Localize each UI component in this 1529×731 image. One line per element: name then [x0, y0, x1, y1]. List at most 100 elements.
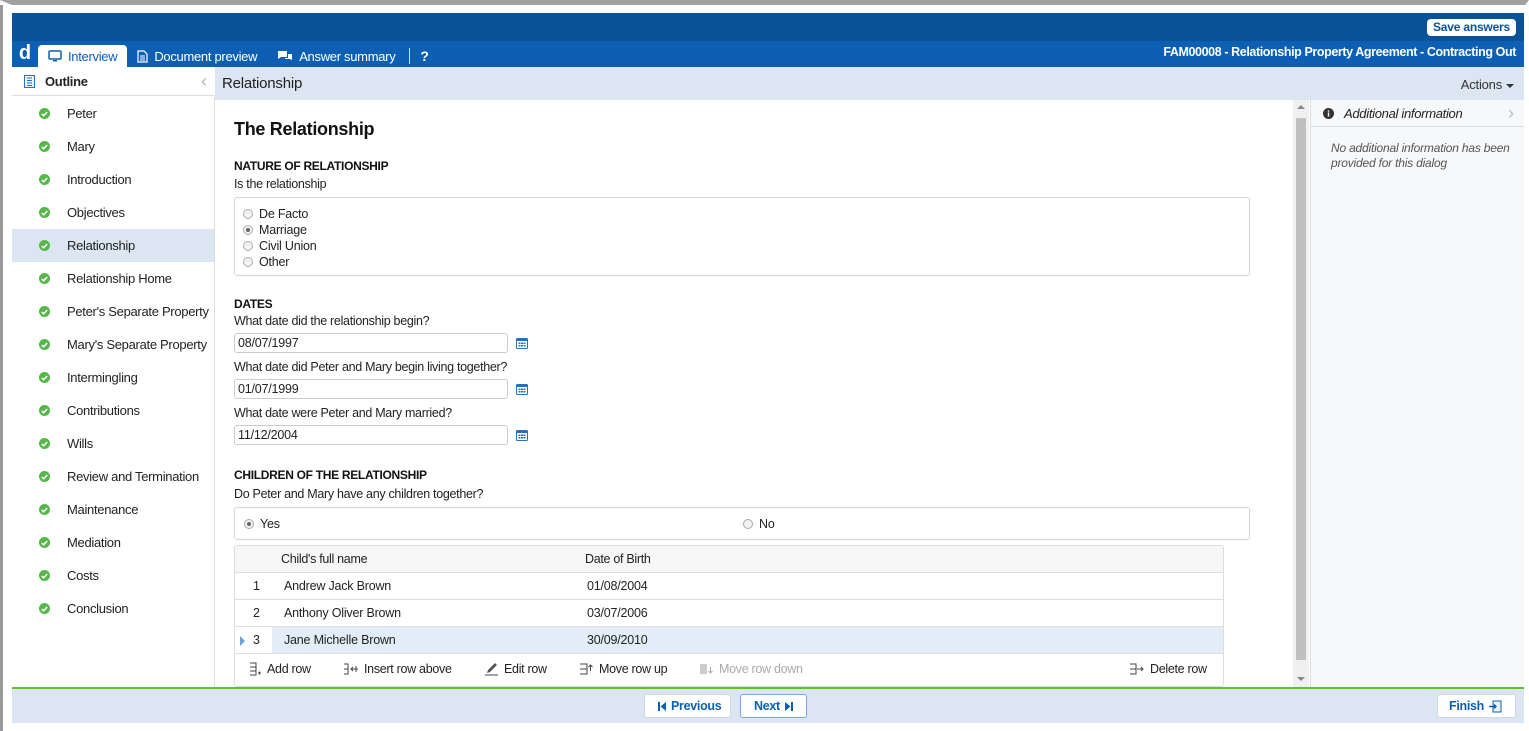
table-row[interactable]: 1 Andrew Jack Brown 01/08/2004 [235, 573, 1223, 600]
children-table: Child's full name Date of Birth 1 Andrew… [234, 545, 1224, 687]
radio-button[interactable] [243, 225, 253, 235]
living-together-date-input[interactable] [234, 379, 508, 399]
button-label: Previous [671, 699, 722, 713]
radio-button[interactable] [243, 257, 253, 267]
calendar-icon[interactable] [516, 429, 528, 441]
move-row-up-button[interactable]: Move row up [579, 662, 668, 676]
outline-sidebar: Peter Mary Introduction Objectives Relations… [12, 97, 215, 687]
radio-button[interactable] [244, 519, 254, 529]
radio-label: Other [259, 255, 290, 269]
move-down-icon [700, 664, 713, 674]
table-row-selected[interactable]: 3 Jane Michelle Brown 30/09/2010 [235, 627, 1223, 654]
check-circle-icon [39, 306, 50, 317]
relationship-begin-date-input[interactable] [234, 333, 508, 353]
sidebar-item-wills[interactable]: Wills [12, 427, 214, 460]
move-row-down-button[interactable]: Move row down [699, 662, 803, 676]
radio-option-yes[interactable]: Yes [244, 516, 280, 532]
sidebar-item-peter-s-separate-property[interactable]: Peter's Separate Property [12, 295, 214, 328]
child-name-cell: Andrew Jack Brown [284, 579, 392, 593]
info-panel-body: No additional information has been provi… [1331, 141, 1510, 170]
sidebar-item-conclusion[interactable]: Conclusion [12, 592, 214, 625]
sidebar-item-peter[interactable]: Peter [12, 97, 214, 130]
radio-option-marriage[interactable]: Marriage [243, 222, 1241, 238]
child-dob-cell: 03/07/2006 [587, 606, 648, 620]
chevron-right-icon[interactable]: › [1508, 103, 1514, 124]
edit-row-button[interactable]: Edit row [484, 662, 547, 676]
row-cells [272, 600, 1223, 626]
content-scrollbar[interactable] [1293, 100, 1309, 687]
married-date-input[interactable] [234, 425, 508, 445]
column-header-name: Child's full name [281, 552, 368, 566]
sidebar-item-introduction[interactable]: Introduction [12, 163, 214, 196]
sidebar-item-intermingling[interactable]: Intermingling [12, 361, 214, 394]
radio-option-civil-union[interactable]: Civil Union [243, 238, 1241, 254]
skip-back-icon [658, 701, 666, 711]
document-icon [137, 49, 148, 63]
date-question-married: What date were Peter and Mary married? [234, 406, 452, 420]
section-title: The Relationship [234, 119, 375, 139]
delete-row-button[interactable]: Delete row [1129, 662, 1207, 676]
radio-button[interactable] [243, 241, 253, 251]
scrollbar-thumb[interactable] [1296, 118, 1306, 660]
chevron-left-icon[interactable]: ‹ [201, 71, 207, 92]
insert-row-above-button[interactable]: Insert row above [343, 662, 452, 676]
table-row[interactable]: 2 Anthony Oliver Brown 03/07/2006 [235, 600, 1223, 627]
move-up-icon [580, 663, 593, 675]
sidebar-item-label: Objectives [67, 205, 125, 220]
page-header: Relationship Actions [215, 67, 1524, 100]
radio-option-de-facto[interactable]: De Facto [243, 206, 1241, 222]
sidebar-item-objectives[interactable]: Objectives [12, 196, 214, 229]
button-label: Insert row above [364, 662, 452, 676]
calendar-icon[interactable] [516, 383, 528, 395]
tab-answer-summary[interactable]: Answer summary [267, 45, 405, 67]
finish-button[interactable]: Finish [1436, 694, 1516, 718]
check-circle-icon [39, 570, 50, 581]
tab-document-preview[interactable]: Document preview [127, 45, 267, 67]
check-circle-icon [39, 108, 50, 119]
sidebar-item-mary-s-separate-property[interactable]: Mary's Separate Property [12, 328, 214, 361]
button-label: Delete row [1150, 662, 1207, 676]
next-button[interactable]: Next [740, 694, 807, 718]
sidebar-item-maintenance[interactable]: Maintenance [12, 493, 214, 526]
sidebar-item-review-and-termination[interactable]: Review and Termination [12, 460, 214, 493]
previous-button[interactable]: Previous [644, 694, 732, 718]
check-circle-icon [39, 504, 50, 515]
footer-bar: Previous Next Finish [12, 687, 1524, 723]
sidebar-item-relationship-home[interactable]: Relationship Home [12, 262, 214, 295]
add-row-button[interactable]: Add row [249, 662, 311, 676]
sidebar-item-mediation[interactable]: Mediation [12, 526, 214, 559]
tab-label: Answer summary [299, 48, 396, 64]
dates-heading: DATES [234, 297, 273, 311]
radio-label: De Facto [259, 207, 309, 221]
radio-button[interactable] [243, 209, 253, 219]
sidebar-item-relationship[interactable]: Relationship [12, 229, 214, 262]
radio-option-other[interactable]: Other [243, 254, 1241, 270]
radio-label: Marriage [259, 223, 307, 237]
row-cells [272, 573, 1223, 599]
check-circle-icon [39, 372, 50, 383]
actions-dropdown[interactable]: Actions [1461, 77, 1514, 92]
check-circle-icon [39, 141, 50, 152]
save-answers-button[interactable]: Save answers [1427, 19, 1516, 36]
check-circle-icon [39, 240, 50, 251]
radio-button[interactable] [743, 519, 753, 529]
radio-option-no[interactable]: No [743, 516, 775, 532]
column-header-dob: Date of Birth [585, 552, 651, 566]
outline-header: Outline ‹ [12, 67, 215, 96]
sidebar-item-costs[interactable]: Costs [12, 559, 214, 592]
scroll-up-arrow-icon[interactable] [1297, 105, 1305, 109]
scroll-down-arrow-icon[interactable] [1297, 677, 1305, 681]
button-label: Edit row [504, 662, 547, 676]
sidebar-item-label: Relationship Home [67, 271, 172, 286]
date-question-living-together: What date did Peter and Mary begin livin… [234, 360, 508, 374]
tab-interview[interactable]: Interview [38, 45, 128, 67]
sidebar-item-mary[interactable]: Mary [12, 130, 214, 163]
help-button[interactable]: ? [416, 45, 433, 67]
table-header: Child's full name Date of Birth [235, 546, 1223, 573]
sidebar-item-contributions[interactable]: Contributions [12, 394, 214, 427]
calendar-icon[interactable] [516, 337, 528, 349]
check-circle-icon [39, 438, 50, 449]
finish-icon [1489, 700, 1502, 712]
sidebar-item-label: Conclusion [67, 601, 129, 616]
info-panel-header: Additional information › [1311, 100, 1524, 127]
